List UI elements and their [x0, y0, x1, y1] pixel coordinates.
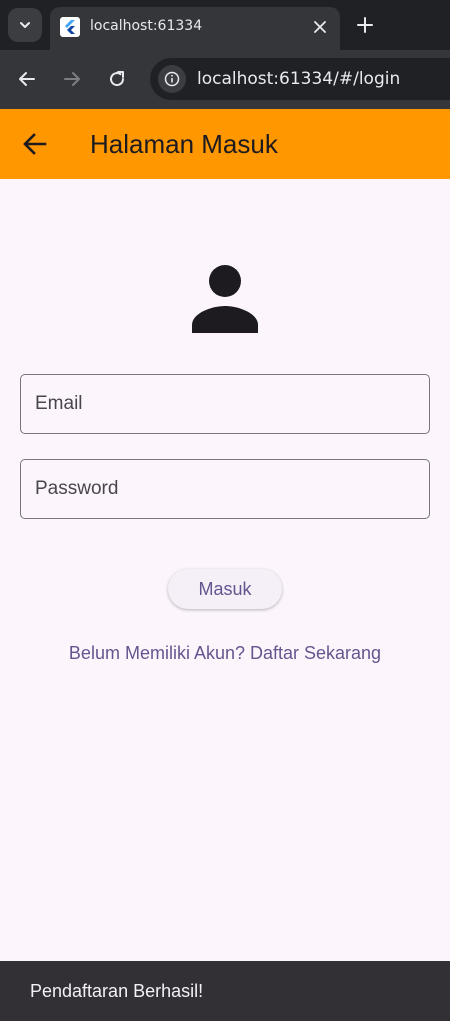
- snackbar: Pendaftaran Berhasil!: [0, 961, 450, 1021]
- flutter-icon: [60, 17, 80, 37]
- plus-icon: [357, 17, 373, 33]
- email-input[interactable]: [21, 375, 429, 433]
- close-icon: [314, 21, 326, 33]
- reload-icon: [110, 71, 125, 87]
- snackbar-message: Pendaftaran Berhasil!: [30, 981, 204, 1001]
- login-button[interactable]: Masuk: [168, 569, 282, 609]
- url-text: localhost:61334/#/login: [197, 69, 401, 89]
- info-icon: [164, 71, 180, 87]
- new-tab-button[interactable]: [352, 12, 378, 38]
- page-title: Halaman Masuk: [90, 129, 278, 159]
- address-bar[interactable]: localhost:61334/#/login: [150, 58, 450, 100]
- arrow-back-icon: [23, 133, 47, 155]
- tab-title: localhost:61334: [90, 18, 203, 34]
- browser-toolbar: localhost:61334/#/login: [0, 50, 450, 109]
- email-field[interactable]: [20, 374, 430, 434]
- app-bar: Halaman Masuk: [0, 109, 450, 179]
- chevron-down-icon: [20, 22, 30, 28]
- browser-forward-button[interactable]: [59, 66, 85, 92]
- site-info-button[interactable]: [158, 65, 186, 93]
- back-button[interactable]: [20, 129, 50, 159]
- arrow-left-icon: [19, 72, 35, 86]
- browser-back-button[interactable]: [14, 66, 40, 92]
- browser-reload-button[interactable]: [104, 66, 130, 92]
- password-input[interactable]: [21, 460, 429, 518]
- browser-tab[interactable]: localhost:61334: [50, 7, 340, 50]
- arrow-right-icon: [64, 72, 80, 86]
- person-icon: [192, 265, 258, 333]
- tab-search-button[interactable]: [8, 8, 42, 42]
- browser-tabstrip: localhost:61334: [0, 0, 450, 50]
- tab-close-button[interactable]: [310, 17, 330, 37]
- password-field[interactable]: [20, 459, 430, 519]
- register-link[interactable]: Belum Memiliki Akun? Daftar Sekarang: [0, 643, 450, 664]
